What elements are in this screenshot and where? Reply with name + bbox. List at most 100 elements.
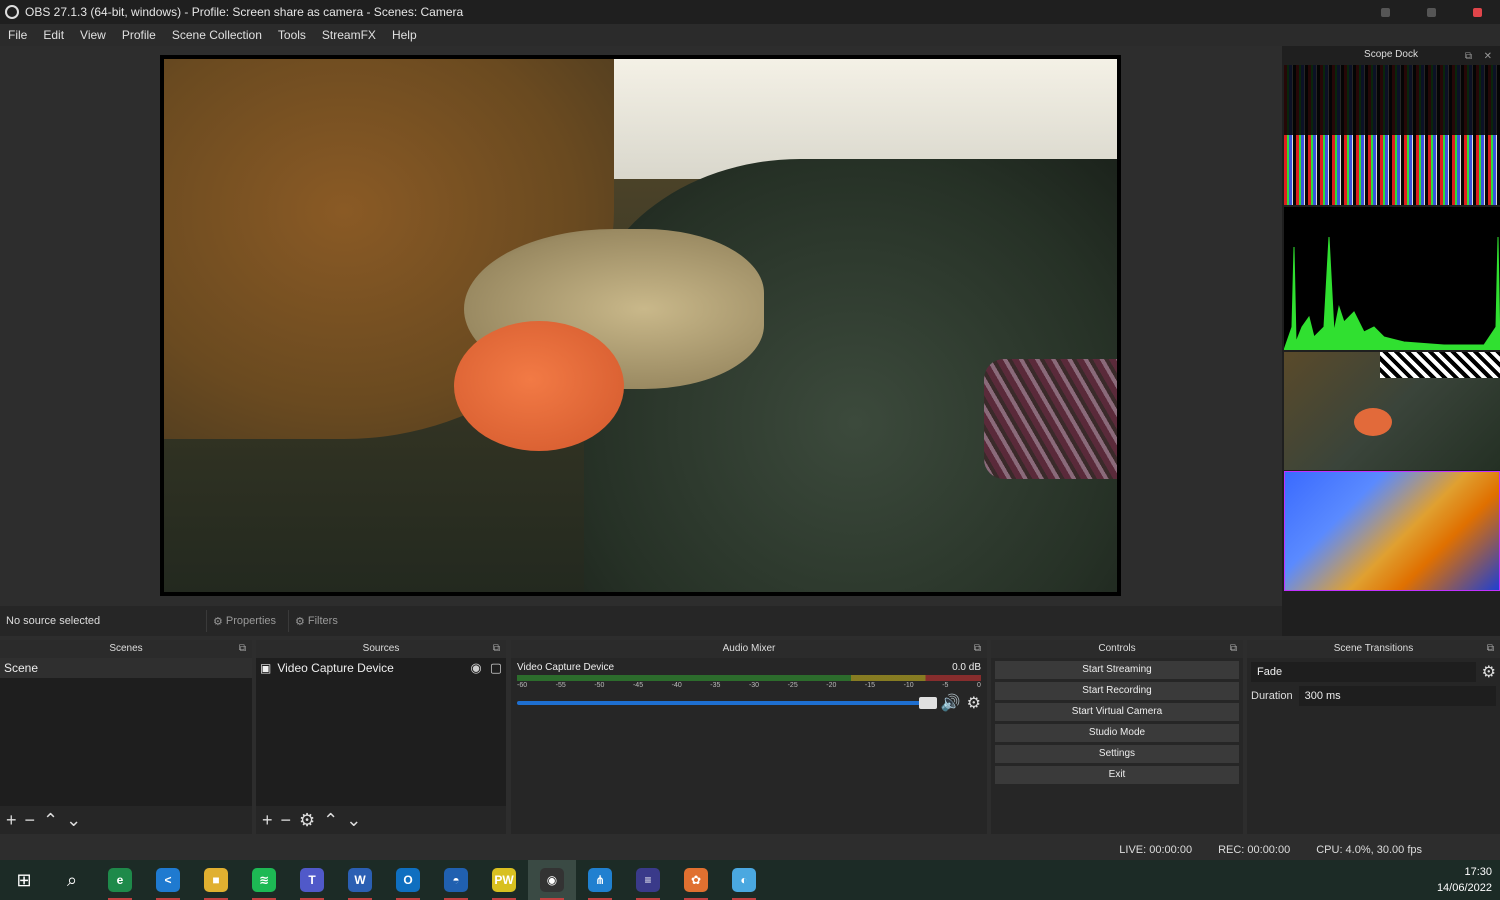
taskbar-app[interactable]: PW — [480, 860, 528, 900]
remove-icon[interactable]: − — [25, 810, 36, 831]
scene-item[interactable]: Scene — [0, 658, 252, 678]
close-dock-icon[interactable]: ✕ — [1484, 48, 1492, 66]
taskbar-app[interactable]: T — [288, 860, 336, 900]
taskbar-app[interactable]: O — [384, 860, 432, 900]
maximize-button[interactable] — [1408, 0, 1454, 24]
menu-tools[interactable]: Tools — [270, 28, 314, 42]
clock[interactable]: 17:30 14/06/2022 — [1437, 864, 1500, 896]
add-icon[interactable]: + — [262, 810, 273, 831]
float-icon[interactable]: ⧉ — [1230, 640, 1237, 658]
volume-slider-handle[interactable] — [918, 697, 937, 709]
obs-icon: ◉ — [540, 868, 564, 892]
float-icon[interactable]: ⧉ — [239, 640, 246, 658]
taskbar-app[interactable]: ⋔ — [576, 860, 624, 900]
feed-ball — [454, 321, 624, 451]
menu-streamfx[interactable]: StreamFX — [314, 28, 384, 42]
close-button[interactable] — [1454, 0, 1500, 24]
scene-transitions-dock: Scene Transitions ⧉ Fade ⚙ Duration 300 … — [1247, 640, 1500, 834]
taskbar-app[interactable]: ◐ — [720, 860, 768, 900]
word-icon: W — [348, 868, 372, 892]
taskbar-app[interactable]: ✿ — [672, 860, 720, 900]
obs-logo-icon — [5, 5, 19, 19]
menu-view[interactable]: View — [72, 28, 114, 42]
source-item[interactable]: ▣ Video Capture Device ◉ ▢ — [256, 658, 506, 678]
taskbar-app[interactable]: W — [336, 860, 384, 900]
sources-header: Sources ⧉ — [256, 640, 506, 658]
dock-area: Scenes ⧉ Scene + − ⌃ ⌄ Sources ⧉ ▣ Video… — [0, 636, 1500, 860]
spotify-icon: ≋ — [252, 868, 276, 892]
rec-status: REC: 00:00:00 — [1218, 844, 1291, 856]
move-down-icon[interactable]: ⌄ — [346, 810, 361, 831]
source-label: Video Capture Device — [277, 661, 394, 675]
search-button[interactable]: ⌕ — [48, 860, 96, 900]
float-icon[interactable]: ⧉ — [1487, 640, 1494, 658]
tick-label: -5 — [942, 682, 949, 689]
channel-level: 0.0 dB — [952, 662, 981, 673]
start-recording-button[interactable]: Start Recording — [995, 682, 1239, 700]
start-virtual-camera-button[interactable]: Start Virtual Camera — [995, 703, 1239, 721]
transition-select[interactable]: Fade — [1251, 662, 1476, 682]
taskbar-app[interactable]: ◉ — [528, 860, 576, 900]
gear-icon[interactable]: ⚙ — [1482, 662, 1496, 682]
cpu-status: CPU: 4.0%, 30.00 fps — [1316, 844, 1422, 856]
tick-label: -45 — [632, 682, 644, 689]
gear-icon[interactable]: ⚙ — [967, 693, 981, 713]
tick-label: -35 — [710, 682, 721, 689]
lock-icon[interactable]: ▢ — [490, 658, 502, 678]
menu-scene-collection[interactable]: Scene Collection — [164, 28, 270, 42]
taskbar-app[interactable]: e — [96, 860, 144, 900]
studio-mode-button[interactable]: Studio Mode — [995, 724, 1239, 742]
menu-profile[interactable]: Profile — [114, 28, 164, 42]
menu-edit[interactable]: Edit — [35, 28, 72, 42]
tool-icon: ✿ — [684, 868, 708, 892]
audio-channel: Video Capture Device 0.0 dB -60 -55 -50 … — [511, 658, 987, 717]
teams-icon: T — [300, 868, 324, 892]
preview-area — [0, 46, 1282, 606]
add-icon[interactable]: + — [6, 810, 17, 831]
minimize-button[interactable] — [1362, 0, 1408, 24]
float-icon[interactable]: ⧉ — [1465, 48, 1472, 66]
visibility-eye-icon[interactable]: ◉ — [470, 658, 481, 678]
zebra-preview — [1284, 352, 1500, 470]
duration-label: Duration — [1251, 690, 1293, 702]
menu-help[interactable]: Help — [384, 28, 425, 42]
feed-pillow — [984, 359, 1117, 479]
channel-name: Video Capture Device — [517, 662, 615, 673]
move-up-icon[interactable]: ⌃ — [323, 810, 338, 831]
volume-slider[interactable] — [517, 697, 937, 709]
taskbar-app[interactable]: ≡ — [624, 860, 672, 900]
preview-frame[interactable] — [160, 55, 1121, 596]
windows-icon: ⊞ — [16, 869, 32, 890]
gear-icon[interactable]: ⚙ — [299, 810, 315, 831]
menu-file[interactable]: File — [0, 28, 35, 42]
duration-input[interactable]: 300 ms — [1298, 686, 1496, 706]
remove-icon[interactable]: − — [281, 810, 292, 831]
file-explorer-icon: ■ — [204, 868, 228, 892]
float-icon[interactable]: ⧉ — [974, 640, 981, 658]
camera-feed — [164, 59, 1117, 592]
tick-label: -20 — [826, 682, 837, 689]
audio-mixer-dock: Audio Mixer ⧉ Video Capture Device 0.0 d… — [511, 640, 987, 834]
tick-label: -25 — [787, 682, 798, 689]
taskbar-app[interactable]: ≋ — [240, 860, 288, 900]
start-streaming-button[interactable]: Start Streaming — [995, 661, 1239, 679]
move-down-icon[interactable]: ⌄ — [66, 810, 81, 831]
start-button[interactable]: ⊞ — [0, 860, 48, 900]
status-bar: LIVE: 00:00:00 REC: 00:00:00 CPU: 4.0%, … — [1119, 844, 1422, 856]
search-icon: ⌕ — [66, 869, 78, 890]
clock-date: 14/06/2022 — [1436, 882, 1492, 894]
properties-button[interactable]: ⚙ Properties — [206, 610, 282, 632]
speaker-icon[interactable]: 🔊 — [941, 693, 961, 713]
taskbar-app[interactable]: ■ — [192, 860, 240, 900]
settings-button[interactable]: Settings — [995, 745, 1239, 763]
audio-mixer-header: Audio Mixer ⧉ — [511, 640, 987, 658]
taskbar: ⊞ ⌕ e < ■ ≋ T W O ◓ PW ◉ ⋔ ≡ ✿ ◐ 17:30 14/06/2022 — [0, 860, 1500, 900]
controls-title: Controls — [1098, 643, 1136, 654]
move-up-icon[interactable]: ⌃ — [43, 810, 58, 831]
tick-label: 0 — [976, 682, 981, 689]
float-icon[interactable]: ⧉ — [493, 640, 500, 658]
taskbar-app[interactable]: ◓ — [432, 860, 480, 900]
taskbar-app[interactable]: < — [144, 860, 192, 900]
filters-button[interactable]: ⚙ Filters — [288, 610, 344, 632]
exit-button[interactable]: Exit — [995, 766, 1239, 784]
